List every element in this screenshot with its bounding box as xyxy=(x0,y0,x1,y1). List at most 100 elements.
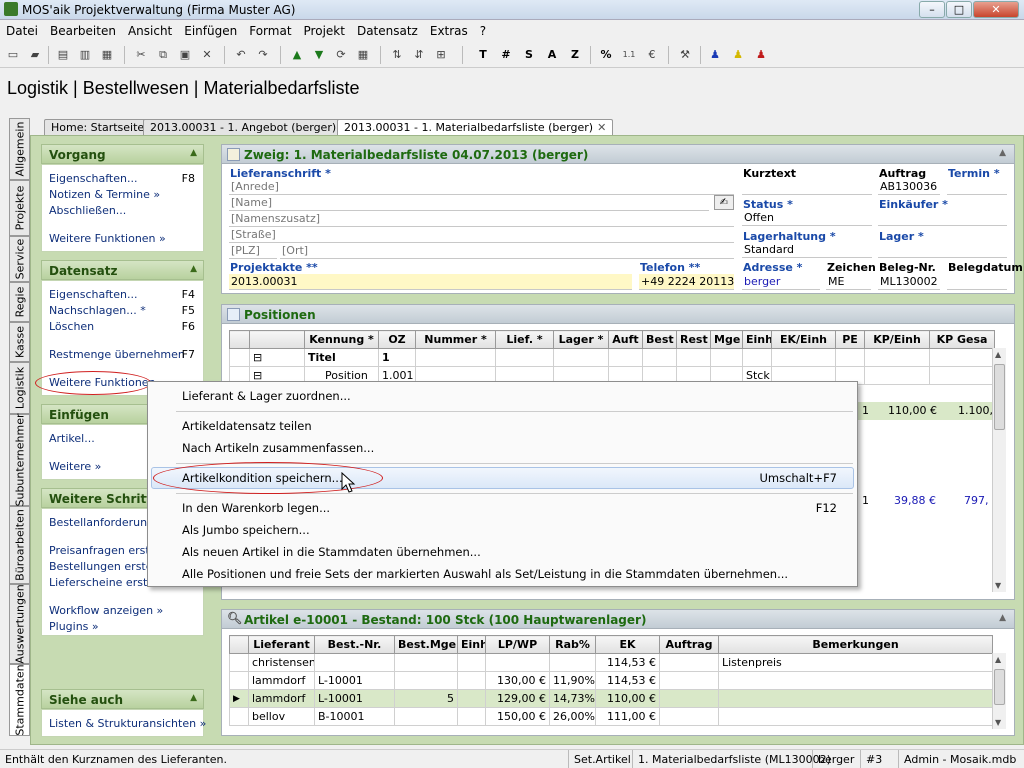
cell-bemerkungen[interactable]: Listenpreis xyxy=(718,653,993,672)
tab-home[interactable]: Home: Startseite xyxy=(44,119,152,136)
cell-bestmge[interactable] xyxy=(394,707,458,726)
paste-icon[interactable]: ▣ xyxy=(176,46,194,64)
vorgang-eigenschaften[interactable]: Eigenschaften... xyxy=(49,172,137,185)
cell-lpwp[interactable]: 129,00 € xyxy=(485,689,550,708)
col-kp-gesamt[interactable]: KP Gesa xyxy=(929,330,995,349)
table-row[interactable]: 1 110,00 € 1.100, xyxy=(858,402,994,420)
tb-z-button[interactable]: Z xyxy=(566,46,584,64)
positionen-panel-header[interactable]: Positionen xyxy=(221,304,1015,324)
cell-rab[interactable]: 11,90% xyxy=(549,671,596,690)
col-nummer[interactable]: Nummer * xyxy=(415,330,496,349)
projektakte-field[interactable]: 2013.00031 xyxy=(229,274,632,290)
currency-icon[interactable]: € xyxy=(643,46,661,64)
refresh-icon[interactable]: ⟳ xyxy=(332,46,350,64)
col-bemerkungen[interactable]: Bemerkungen xyxy=(718,635,993,654)
col-mge[interactable]: Mge xyxy=(710,330,743,349)
menu-format[interactable]: Format xyxy=(243,21,297,41)
cell-bestmge[interactable]: 5 xyxy=(394,689,458,708)
col-rab[interactable]: Rab% xyxy=(549,635,596,654)
arrow-down-icon[interactable]: ▼ xyxy=(310,46,328,64)
cell-bestnr[interactable]: L-10001 xyxy=(314,671,395,690)
strasse-field[interactable]: [Straße] xyxy=(229,227,734,243)
tb-hash-button[interactable]: # xyxy=(497,46,515,64)
ctx-set-leistung[interactable]: Alle Positionen und freie Sets der marki… xyxy=(182,567,788,581)
cell-bestnr[interactable] xyxy=(314,653,395,672)
positionen-scrollbar[interactable]: ▲ ▼ xyxy=(992,348,1006,592)
collapse-icon[interactable]: ▲ xyxy=(999,148,1006,158)
collapse-icon[interactable]: ▲ xyxy=(190,693,197,703)
cell-auftrag[interactable] xyxy=(659,707,719,726)
col-lief[interactable]: Lief. * xyxy=(495,330,554,349)
open-icon[interactable]: ▰ xyxy=(26,46,44,64)
tb-a-button[interactable]: A xyxy=(543,46,561,64)
cell-auft[interactable] xyxy=(608,348,643,367)
col-pe[interactable]: PE xyxy=(835,330,865,349)
row-select[interactable] xyxy=(229,707,249,726)
cell-einh[interactable] xyxy=(742,348,772,367)
ctx-artikeldatensatz-teilen[interactable]: Artikeldatensatz teilen xyxy=(182,419,312,433)
scroll-thumb[interactable] xyxy=(994,669,1005,705)
vtab-stammdaten[interactable]: Stammdaten xyxy=(9,664,30,736)
print-icon[interactable]: ▥ xyxy=(76,46,94,64)
user-red-icon[interactable]: ♟ xyxy=(752,46,770,64)
menu-datei[interactable]: Datei xyxy=(0,21,44,41)
col-rest[interactable]: Rest xyxy=(676,330,711,349)
cell-auftrag[interactable] xyxy=(659,653,719,672)
vtab-auswertungen[interactable]: Auswertungen xyxy=(9,584,30,664)
menu-datensatz[interactable]: Datensatz xyxy=(351,21,424,41)
maximize-button[interactable]: □ xyxy=(946,1,972,18)
ctx-neuer-artikel[interactable]: Als neuen Artikel in die Stammdaten über… xyxy=(182,545,481,559)
close-button[interactable]: ✕ xyxy=(973,1,1019,18)
cell-kp-einh[interactable] xyxy=(864,348,930,367)
decimal-icon[interactable]: 1.1 xyxy=(620,46,638,64)
schritt-plugins[interactable]: Plugins » xyxy=(49,620,99,633)
col-kennung[interactable]: Kennung * xyxy=(304,330,379,349)
cell-einh[interactable] xyxy=(457,707,486,726)
vtab-projekte[interactable]: Projekte xyxy=(9,180,30,236)
datensatz-nachschlagen[interactable]: Nachschlagen... * xyxy=(49,304,146,317)
cell-einh[interactable] xyxy=(457,671,486,690)
section-datensatz[interactable]: Datensatz ▲ xyxy=(41,260,204,280)
tab-angebot[interactable]: 2013.00031 - 1. Angebot (berger)✕ xyxy=(143,119,357,136)
telefon-field[interactable]: +49 2224 2011345 xyxy=(639,274,734,290)
datensatz-eigenschaften[interactable]: Eigenschaften... xyxy=(49,288,137,301)
menu-einfuegen[interactable]: Einfügen xyxy=(178,21,243,41)
col-lpwp[interactable]: LP/WP xyxy=(485,635,550,654)
copy-icon[interactable]: ⧉ xyxy=(154,46,172,64)
col-oz[interactable]: OZ xyxy=(378,330,416,349)
cell-lager[interactable] xyxy=(553,348,609,367)
ctx-lieferant-lager[interactable]: Lieferant & Lager zuordnen... xyxy=(182,389,351,403)
siehe-listen[interactable]: Listen & Strukturansichten » xyxy=(49,717,206,730)
belegdatum-field[interactable] xyxy=(947,274,1007,290)
cell-rab[interactable]: 26,00% xyxy=(549,707,596,726)
undo-icon[interactable]: ↶ xyxy=(232,46,250,64)
col-einh[interactable]: Einh xyxy=(742,330,772,349)
scroll-down-icon[interactable]: ▼ xyxy=(995,718,1001,727)
schritt-workflow[interactable]: Workflow anzeigen » xyxy=(49,604,163,617)
zweig-panel-header[interactable]: Zweig: 1. Materialbedarfsliste 04.07.201… xyxy=(221,144,1015,164)
cell-lieferant[interactable]: bellov xyxy=(248,707,315,726)
table-row[interactable]: bellov B-10001 150,00 € 26,00% 111,00 € xyxy=(229,707,993,726)
vorgang-notizen[interactable]: Notizen & Termine » xyxy=(49,188,160,201)
menu-extras[interactable]: Extras xyxy=(424,21,474,41)
ctx-warenkorb[interactable]: In den Warenkorb legen... xyxy=(182,501,330,515)
row-select[interactable] xyxy=(229,653,249,672)
ctx-jumbo[interactable]: Als Jumbo speichern... xyxy=(182,523,310,537)
vtab-service[interactable]: Service xyxy=(9,236,30,282)
vtab-regie[interactable]: Regie xyxy=(9,282,30,322)
cell-lpwp[interactable] xyxy=(485,653,550,672)
tb-t-button[interactable]: T xyxy=(474,46,492,64)
redo-icon[interactable]: ↷ xyxy=(254,46,272,64)
adresse-field[interactable]: berger xyxy=(742,274,820,290)
cell-best[interactable] xyxy=(642,348,677,367)
cell-bemerkungen[interactable] xyxy=(718,671,993,690)
user-yellow-icon[interactable]: ♟ xyxy=(729,46,747,64)
lagerhaltung-field[interactable]: Standard xyxy=(742,242,872,258)
cell-pe[interactable] xyxy=(835,348,865,367)
collapse-icon[interactable]: ▲ xyxy=(999,613,1006,623)
col-einh[interactable]: Einh xyxy=(457,635,486,654)
row-select[interactable] xyxy=(229,348,250,367)
namenszusatz-field[interactable]: [Namenszusatz] xyxy=(229,211,734,227)
ort-field[interactable]: [Ort] xyxy=(280,243,734,259)
collapse-icon[interactable]: ▲ xyxy=(190,264,197,274)
